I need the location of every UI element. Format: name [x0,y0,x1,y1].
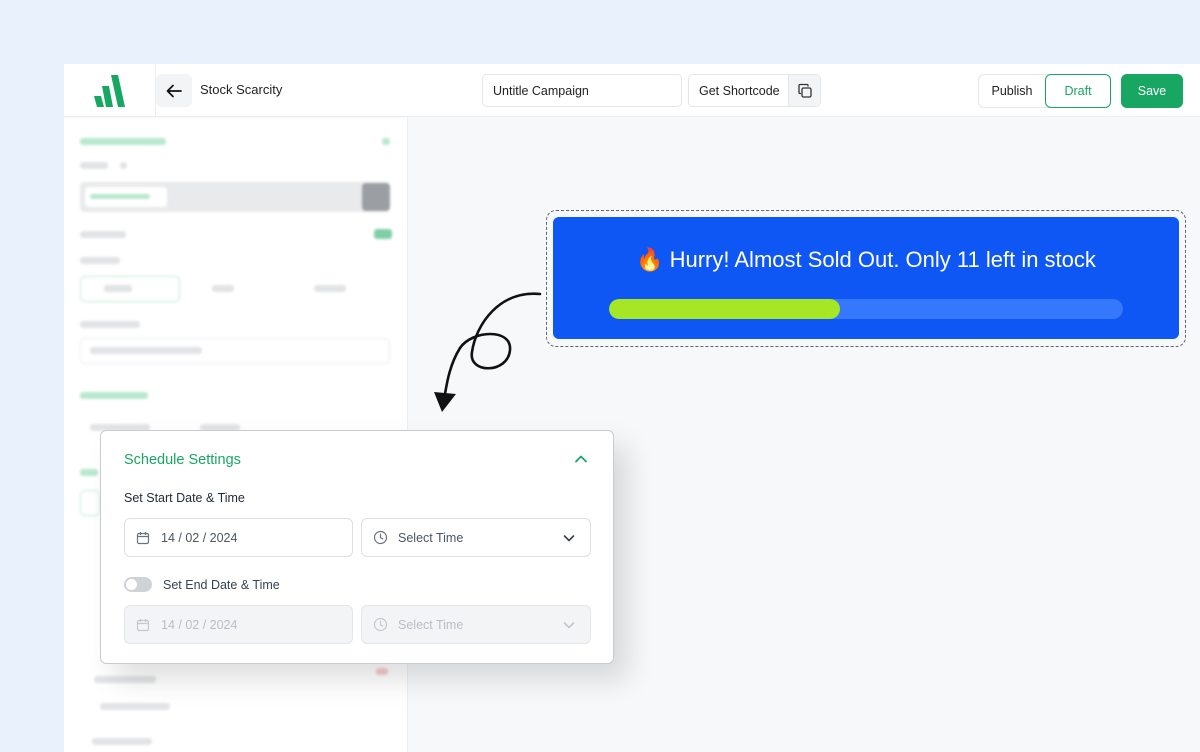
stock-progress-fill [609,299,841,319]
chevron-up-icon [575,455,587,463]
campaign-name-input[interactable] [482,74,682,107]
end-date-field: 14 / 02 / 2024 [124,605,353,644]
stock-progress-bar [609,299,1123,319]
draft-button[interactable]: Draft [1045,74,1111,108]
publish-status-group: Publish Draft [978,74,1111,108]
start-date-value: 14 / 02 / 2024 [161,530,238,545]
publish-button[interactable]: Publish [979,75,1045,107]
collapse-button[interactable] [571,449,591,469]
clock-icon [362,617,398,632]
shortcode-group: Get Shortcode [688,74,821,107]
back-button[interactable] [156,74,192,107]
brand-logo-icon [93,74,125,107]
banner-message: 🔥 Hurry! Almost Sold Out. Only 11 left i… [636,247,1096,272]
preview-frame[interactable]: 🔥 Hurry! Almost Sold Out. Only 11 left i… [546,210,1186,347]
schedule-settings-title: Schedule Settings [124,452,241,468]
start-time-placeholder: Select Time [398,530,464,545]
copy-icon [797,83,812,98]
chevron-down-icon [548,618,590,632]
end-time-placeholder: Select Time [398,617,464,632]
end-date-toggle[interactable] [124,577,152,592]
stock-scarcity-banner: 🔥 Hurry! Almost Sold Out. Only 11 left i… [553,217,1179,339]
start-date-field[interactable]: 14 / 02 / 2024 [124,518,353,557]
end-date-label: Set End Date & Time [163,578,280,592]
start-time-select[interactable]: Select Time [361,518,591,557]
top-bar: Stock Scarcity Get Shortcode Publish Dra… [64,64,1200,117]
schedule-settings-card: Schedule Settings Set Start Date & Time … [100,430,614,664]
logo [64,64,156,117]
calendar-icon [125,618,161,632]
page-title: Stock Scarcity [200,82,283,97]
arrow-left-icon [166,84,182,97]
end-date-value: 14 / 02 / 2024 [161,617,238,632]
save-button[interactable]: Save [1121,74,1183,108]
clock-icon [362,530,398,545]
get-shortcode-button[interactable]: Get Shortcode [689,84,788,98]
start-date-label: Set Start Date & Time [124,491,245,505]
copy-shortcode-button[interactable] [788,75,820,106]
chevron-down-icon [548,531,590,545]
calendar-icon [125,531,161,545]
end-time-select: Select Time [361,605,591,644]
